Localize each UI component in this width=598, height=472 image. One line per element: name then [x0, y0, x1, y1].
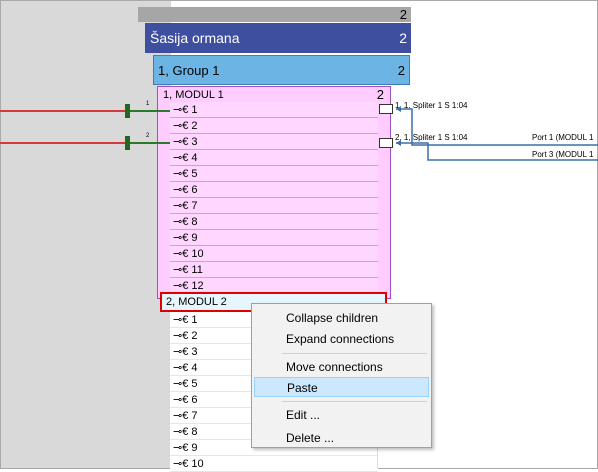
port-row[interactable]: ⊸€ 10 — [170, 456, 378, 472]
cable-line[interactable] — [0, 110, 127, 112]
menu-item-collapse-children[interactable]: Collapse children — [254, 308, 429, 328]
link-line — [396, 108, 598, 146]
link-arrow — [396, 106, 401, 112]
cable-label: 2 — [146, 133, 150, 139]
cable-label: 1 — [146, 101, 150, 107]
port-plug-icon: ⊸€ — [173, 458, 189, 470]
menu-item-move-connections[interactable]: Move connections — [254, 357, 429, 377]
port-plug-icon: ⊸€ — [173, 330, 189, 342]
menu-item-edit[interactable]: Edit ... — [254, 405, 429, 425]
port-plug-icon: ⊸€ — [173, 442, 189, 454]
cable-line[interactable] — [0, 142, 127, 144]
link-arrow — [396, 140, 401, 146]
cable-connector[interactable] — [125, 104, 130, 118]
menu-item-delete[interactable]: Delete ... — [254, 428, 429, 448]
port-plug-icon: ⊸€ — [173, 394, 189, 406]
menu-separator — [282, 401, 427, 402]
menu-separator — [282, 353, 427, 354]
cable-line[interactable] — [130, 110, 170, 112]
port-plug-icon: ⊸€ — [173, 346, 189, 358]
modul-2-label: 2, MODUL 2 — [166, 296, 227, 308]
port-plug-icon: ⊸€ — [173, 410, 189, 422]
port-plug-icon: ⊸€ — [173, 362, 189, 374]
port-plug-icon: ⊸€ — [173, 314, 189, 326]
port-plug-icon: ⊸€ — [173, 426, 189, 438]
cable-connector[interactable] — [125, 136, 130, 150]
menu-item-expand-connections[interactable]: Expand connections — [254, 329, 429, 349]
context-menu: Collapse children Expand connections Mov… — [251, 303, 432, 448]
cable-line[interactable] — [130, 142, 170, 144]
menu-item-paste[interactable]: Paste — [254, 377, 429, 397]
port-plug-icon: ⊸€ — [173, 378, 189, 390]
